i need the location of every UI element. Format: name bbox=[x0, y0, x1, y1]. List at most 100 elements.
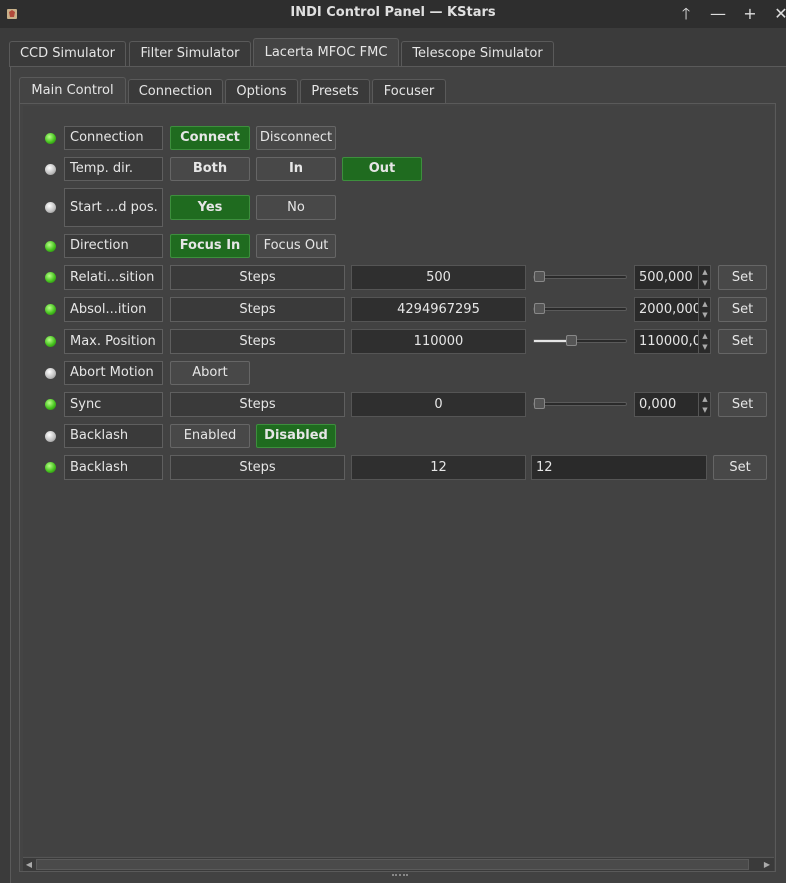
button-label: Set bbox=[729, 460, 751, 475]
tab-lacerta-mfoc-fmc[interactable]: Lacerta MFOC FMC bbox=[253, 38, 399, 67]
focus-in-button[interactable]: Focus In bbox=[170, 234, 250, 258]
button-label: Focus In bbox=[179, 238, 241, 253]
scroll-right-icon[interactable]: ▶ bbox=[761, 858, 773, 871]
spin-arrows[interactable]: ▲ ▼ bbox=[698, 330, 710, 353]
max-position-spinbox[interactable]: 110000,000 ▲ ▼ bbox=[634, 329, 711, 354]
spin-arrows[interactable]: ▲ ▼ bbox=[698, 393, 710, 416]
slider-handle[interactable] bbox=[534, 303, 545, 314]
spin-down-icon[interactable]: ▼ bbox=[699, 405, 710, 415]
backlash-field-label: Steps bbox=[170, 455, 345, 480]
status-led-max-position bbox=[45, 336, 56, 347]
property-label-direction: Direction bbox=[64, 234, 163, 258]
abort-button[interactable]: Abort bbox=[170, 361, 250, 385]
tab-ccd-simulator[interactable]: CCD Simulator bbox=[9, 41, 126, 67]
temp-dir-both-button[interactable]: Both bbox=[170, 157, 250, 181]
absolute-field-label: Steps bbox=[170, 297, 345, 322]
backlash-set-button[interactable]: Set bbox=[713, 455, 767, 480]
spin-down-icon[interactable]: ▼ bbox=[699, 278, 710, 288]
button-label: In bbox=[288, 161, 304, 176]
spin-up-icon[interactable]: ▲ bbox=[699, 331, 710, 341]
status-led-backlash-value bbox=[45, 462, 56, 473]
slider-handle[interactable] bbox=[566, 335, 577, 346]
relative-set-button[interactable]: Set bbox=[718, 265, 767, 290]
tab-label: Presets bbox=[311, 84, 359, 99]
button-label: Both bbox=[192, 161, 228, 176]
window-title: INDI Control Panel — KStars bbox=[290, 5, 496, 20]
relative-current-value: 500 bbox=[351, 265, 526, 290]
tab-label: Focuser bbox=[383, 84, 435, 99]
sync-field-label: Steps bbox=[170, 392, 345, 417]
button-label: Yes bbox=[197, 200, 223, 215]
spin-down-icon[interactable]: ▼ bbox=[699, 342, 710, 352]
sync-spinbox[interactable]: 0,000 ▲ ▼ bbox=[634, 392, 711, 417]
temp-dir-out-button[interactable]: Out bbox=[342, 157, 422, 181]
tab-label: Connection bbox=[138, 84, 213, 99]
connect-button[interactable]: Connect bbox=[170, 126, 250, 150]
button-label: Abort bbox=[192, 365, 228, 380]
max-position-current-value: 110000 bbox=[351, 329, 526, 354]
absolute-current-value: 4294967295 bbox=[351, 297, 526, 322]
property-label-start-pos: Start ...d pos. bbox=[64, 188, 163, 227]
status-led-connection bbox=[45, 133, 56, 144]
tab-filter-simulator[interactable]: Filter Simulator bbox=[129, 41, 251, 67]
spinbox-value: 2000,000 bbox=[639, 302, 702, 317]
backlash-input[interactable]: 12 bbox=[531, 455, 707, 480]
horizontal-scrollbar[interactable]: ◀ ▶ bbox=[23, 857, 774, 871]
property-label-relative: Relati...sition bbox=[64, 265, 163, 290]
relative-slider[interactable] bbox=[533, 271, 627, 282]
button-label: Set bbox=[731, 270, 754, 285]
tab-main-control[interactable]: Main Control bbox=[19, 77, 126, 105]
spin-up-icon[interactable]: ▲ bbox=[699, 267, 710, 277]
tab-telescope-simulator[interactable]: Telescope Simulator bbox=[401, 41, 554, 67]
slider-handle[interactable] bbox=[534, 271, 545, 282]
tab-connection[interactable]: Connection bbox=[128, 79, 223, 104]
start-pos-yes-button[interactable]: Yes bbox=[170, 195, 250, 220]
status-led-direction bbox=[45, 241, 56, 252]
spin-up-icon[interactable]: ▲ bbox=[699, 299, 710, 309]
property-label-temp-dir: Temp. dir. bbox=[64, 157, 163, 181]
spin-arrows[interactable]: ▲ ▼ bbox=[698, 298, 710, 321]
property-label-connection: Connection bbox=[64, 126, 163, 150]
spin-up-icon[interactable]: ▲ bbox=[699, 394, 710, 404]
tab-focuser[interactable]: Focuser bbox=[372, 79, 446, 104]
tab-label: CCD Simulator bbox=[19, 46, 116, 61]
scrollbar-thumb[interactable] bbox=[36, 859, 749, 870]
close-icon[interactable]: ✕ bbox=[771, 4, 786, 24]
backlash-disabled-button[interactable]: Disabled bbox=[256, 424, 336, 448]
spinbox-value: 500,000 bbox=[639, 270, 693, 285]
slider-handle[interactable] bbox=[534, 398, 545, 409]
status-led-temp-dir bbox=[45, 164, 56, 175]
absolute-set-button[interactable]: Set bbox=[718, 297, 767, 322]
sync-set-button[interactable]: Set bbox=[718, 392, 767, 417]
start-pos-no-button[interactable]: No bbox=[256, 195, 336, 220]
property-label-backlash-toggle: Backlash bbox=[64, 424, 163, 448]
minimize-icon[interactable]: — bbox=[708, 4, 728, 24]
spin-down-icon[interactable]: ▼ bbox=[699, 310, 710, 320]
spin-arrows[interactable]: ▲ ▼ bbox=[698, 266, 710, 289]
temp-dir-in-button[interactable]: In bbox=[256, 157, 336, 181]
button-label: Disabled bbox=[264, 428, 328, 443]
property-label-sync: Sync bbox=[64, 392, 163, 417]
sync-slider[interactable] bbox=[533, 398, 627, 409]
absolute-spinbox[interactable]: 2000,000 ▲ ▼ bbox=[634, 297, 711, 322]
button-label: Out bbox=[368, 161, 396, 176]
tab-options[interactable]: Options bbox=[225, 79, 298, 104]
maximize-icon[interactable]: + bbox=[740, 4, 760, 24]
keep-above-icon[interactable]: 🡑 bbox=[676, 4, 696, 24]
button-label: Set bbox=[731, 397, 754, 412]
focus-out-button[interactable]: Focus Out bbox=[256, 234, 336, 258]
absolute-slider[interactable] bbox=[533, 303, 627, 314]
splitter-grip[interactable] bbox=[392, 874, 408, 880]
relative-spinbox[interactable]: 500,000 ▲ ▼ bbox=[634, 265, 711, 290]
tab-presets[interactable]: Presets bbox=[300, 79, 370, 104]
disconnect-button[interactable]: Disconnect bbox=[256, 126, 336, 150]
max-position-slider[interactable] bbox=[533, 335, 627, 346]
status-led-abort bbox=[45, 368, 56, 379]
property-label-backlash-value: Backlash bbox=[64, 455, 163, 480]
max-position-set-button[interactable]: Set bbox=[718, 329, 767, 354]
status-led-start-pos bbox=[45, 202, 56, 213]
scroll-left-icon[interactable]: ◀ bbox=[23, 858, 35, 871]
tab-label: Filter Simulator bbox=[140, 46, 240, 61]
backlash-enabled-button[interactable]: Enabled bbox=[170, 424, 250, 448]
sync-current-value: 0 bbox=[351, 392, 526, 417]
